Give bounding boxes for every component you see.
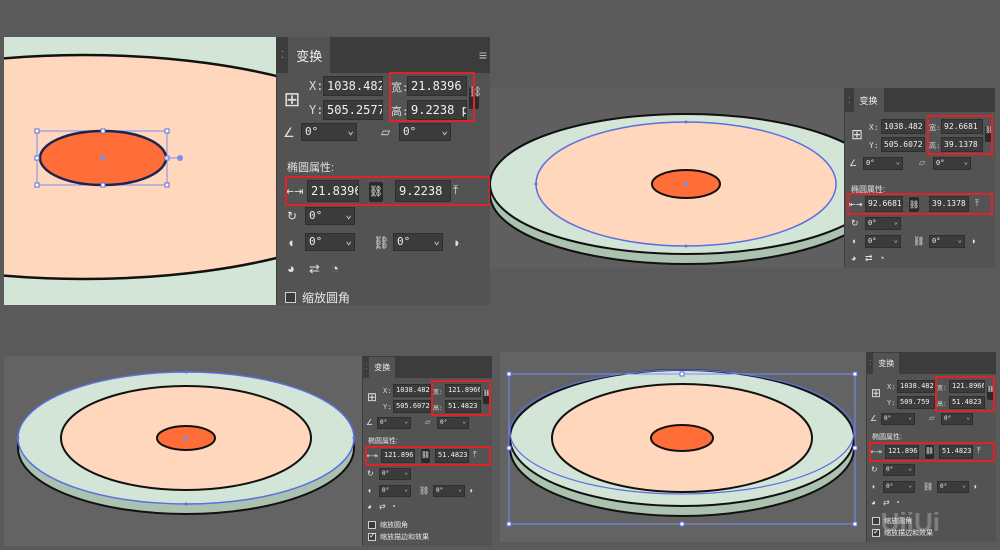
swap-icon[interactable]: ⇄ [883, 498, 890, 507]
pie-end-dropdown[interactable]: 0° ⌄ [929, 235, 965, 248]
transform-panel: ⁚ 变换 ≡ ⊞ X: 1038.482 Y: 505.2577 宽: 21.8… [276, 37, 490, 305]
ellipse-rotate-dropdown[interactable]: 0° ⌄ [305, 207, 355, 225]
pie-start-dropdown[interactable]: 0° ⌄ [379, 485, 411, 497]
pie-end-icon: ◗ [469, 486, 474, 495]
pie-start-dropdown[interactable]: 0° ⌄ [883, 481, 915, 493]
ellipse-properties-label: 椭圆属性: [287, 162, 335, 174]
transform-panel: ⁚ 变换 ⊞ X: 1038.482 Y: 505.6072 宽: 92.668… [844, 88, 995, 268]
tab-transform[interactable]: 变换 [369, 356, 396, 378]
ellipse-properties-label: 椭圆属性: [368, 438, 398, 445]
rotate-dropdown[interactable]: 0° ⌄ [377, 417, 411, 429]
swap-icon[interactable]: ⇄ [309, 261, 320, 277]
pie-start-icon: ◖ [871, 482, 876, 491]
rotate-dropdown[interactable]: 0° ⌄ [881, 413, 915, 425]
corner-icon: ◔ [391, 502, 396, 511]
tab-transform[interactable]: 变换 [853, 88, 884, 113]
x-field[interactable]: 1038.482 [393, 384, 431, 397]
step2-view: ⁚ 变换 ⊞ X: 1038.482 Y: 505.6072 宽: 92.668… [490, 88, 995, 268]
y-field[interactable]: 505.6072 [393, 400, 431, 413]
pie-end-icon: ◗ [973, 482, 978, 491]
swap-icon[interactable]: ⇄ [865, 253, 873, 264]
shear-dropdown[interactable]: 0° ⌄ [941, 413, 973, 425]
reference-point-icon[interactable]: ⊞ [281, 87, 303, 112]
shear-dropdown[interactable]: 0° ⌄ [437, 417, 469, 429]
x-field[interactable]: 1038.482 [897, 380, 935, 393]
shear-icon: ▱ [919, 158, 926, 167]
unlink-icon[interactable]: ⛓ [913, 236, 924, 247]
reference-point-icon[interactable]: ⊞ [365, 390, 379, 404]
step4-inner-ellipse [650, 424, 714, 452]
ellipse-rotate-dropdown[interactable]: 0° ⌄ [379, 468, 411, 480]
rotate-dropdown[interactable]: 0° ⌄ [301, 123, 357, 141]
corner-icon: ◔ [331, 261, 339, 276]
scale-corners-checkbox[interactable]: 缩放圆角 [285, 289, 350, 305]
corner-icon: ◔ [895, 498, 900, 507]
rotate-icon: ↻ [367, 469, 374, 478]
swap-icon[interactable]: ⇄ [379, 502, 386, 511]
unlink-icon[interactable]: ⛓ [419, 486, 429, 495]
transform-panel: ⁚ 变换 ⊞ X: 1038.482 Y: 505.6072 宽: 121.89… [362, 356, 492, 546]
rotate-icon: ↻ [871, 465, 878, 474]
pie-end-dropdown[interactable]: 0° ⌄ [433, 485, 465, 497]
ellipse-highlight [847, 193, 993, 215]
pie-icon: ◕ [871, 498, 876, 507]
unlink-icon[interactable]: ⛓ [373, 235, 390, 251]
tab-transform[interactable]: 变换 [873, 352, 900, 374]
rotate-icon: ↻ [851, 218, 859, 228]
pie-end-dropdown[interactable]: 0° ⌄ [393, 233, 443, 251]
shear-icon: ▱ [425, 419, 431, 426]
reference-point-icon[interactable]: ⊞ [869, 386, 883, 400]
angle-icon: ∠ [366, 418, 374, 427]
y-field[interactable]: 505.6072 [881, 137, 925, 152]
pie-end-icon: ◗ [971, 236, 977, 246]
ellipse-highlight [365, 446, 491, 466]
pie-end-dropdown[interactable]: 0° ⌄ [937, 481, 969, 493]
size-highlight [927, 115, 993, 155]
ellipse-properties-label: 椭圆属性: [872, 434, 902, 441]
pie-start-dropdown[interactable]: 0° ⌄ [305, 233, 355, 251]
panel-menu-icon[interactable]: ≡ [479, 47, 487, 63]
y-field[interactable]: 505.2577 [323, 100, 383, 120]
unlink-icon[interactable]: ⛓ [923, 482, 933, 491]
ellipse-rotate-dropdown[interactable]: 0° ⌄ [865, 217, 901, 230]
pie-icon: ◕ [367, 502, 372, 511]
size-highlight [935, 376, 995, 412]
ellipse-rotate-dropdown[interactable]: 0° ⌄ [883, 464, 915, 476]
size-highlight [431, 380, 491, 416]
pie-icon: ◕ [851, 253, 857, 263]
scale-corners-checkbox[interactable]: 缩放圆角 [368, 520, 408, 530]
corner-icon: ◔ [879, 253, 885, 263]
watermark-logo: UiiUi [880, 507, 940, 537]
shear-icon: ▱ [381, 125, 391, 139]
x-field[interactable]: 1038.482 [881, 119, 925, 134]
pie-start-icon: ◖ [851, 236, 857, 246]
pie-icon: ◕ [287, 261, 295, 276]
shear-icon: ▱ [929, 415, 935, 422]
scale-strokes-checkbox[interactable]: 缩放描边和效果 [368, 531, 429, 542]
shear-dropdown[interactable]: 0° ⌄ [933, 157, 971, 170]
ellipse-highlight [285, 176, 490, 206]
pie-start-icon: ◖ [287, 235, 295, 250]
rotate-icon: ↻ [287, 209, 298, 223]
rotate-dropdown[interactable]: 0° ⌄ [863, 157, 903, 170]
y-field[interactable]: 509.759 [897, 396, 935, 409]
angle-icon: ∠ [283, 125, 295, 140]
step3-view: ⁚ 变换 ⊞ X: 1038.482 Y: 505.6072 宽: 121.89… [4, 356, 492, 546]
x-field[interactable]: 1038.482 [323, 76, 383, 96]
tab-transform[interactable]: 变换 [288, 37, 331, 75]
pie-end-icon: ◗ [453, 235, 461, 250]
step1-view: ⁚ 变换 ≡ ⊞ X: 1038.482 Y: 505.2577 宽: 21.8… [4, 37, 490, 305]
angle-icon: ∠ [870, 414, 878, 423]
ellipse-highlight [869, 442, 995, 462]
shear-dropdown[interactable]: 0° ⌄ [399, 123, 451, 141]
pie-start-icon: ◖ [367, 486, 372, 495]
reference-point-icon[interactable]: ⊞ [849, 126, 865, 143]
pie-start-dropdown[interactable]: 0° ⌄ [865, 235, 901, 248]
size-highlight [389, 72, 475, 122]
angle-icon: ∠ [849, 158, 858, 168]
